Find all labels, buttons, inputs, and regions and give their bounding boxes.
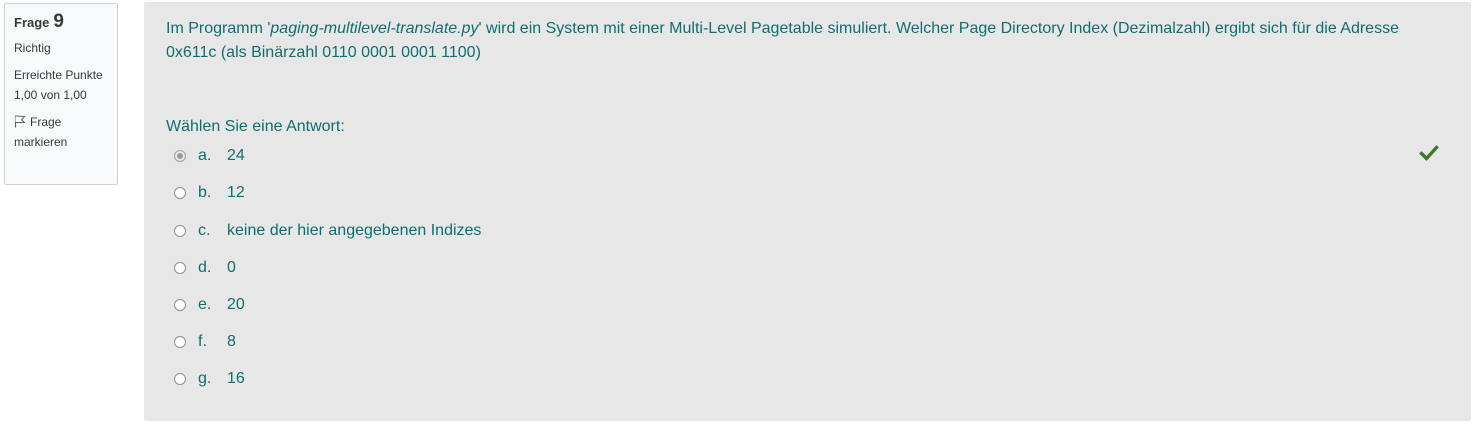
- answer-letter: a.: [198, 147, 212, 164]
- answer-letter: b.: [198, 184, 212, 201]
- answer-radio-a[interactable]: [174, 150, 186, 162]
- answer-option-e[interactable]: e. 20: [174, 293, 1434, 317]
- answer-text: 24: [227, 147, 245, 164]
- answer-option-g[interactable]: g. 16: [174, 367, 1434, 391]
- answer-radio-b[interactable]: [174, 187, 186, 199]
- answer-radio-d[interactable]: [174, 262, 186, 274]
- program-name: paging-multilevel-translate.py: [270, 20, 479, 37]
- question-content: Im Programm 'paging-multilevel-translate…: [144, 2, 1471, 421]
- answer-option-f[interactable]: f. 8: [174, 330, 1434, 354]
- answer-text: 12: [227, 184, 245, 201]
- answer-text: 0: [227, 259, 236, 276]
- question-label: Frage: [14, 15, 50, 30]
- check-icon: [1419, 145, 1439, 161]
- question-info: Frage 9 Richtig Erreichte Punkte 1,00 vo…: [4, 3, 118, 185]
- answer-letter: e.: [198, 296, 212, 313]
- answer-option-d[interactable]: d. 0: [174, 256, 1434, 280]
- answer-letter: f.: [198, 333, 207, 350]
- answer-option-c[interactable]: c. keine der hier angegebenen Indizes: [174, 219, 1434, 243]
- answer-letter: c.: [198, 222, 211, 239]
- answer-radio-g[interactable]: [174, 373, 186, 385]
- question-text-before: Im Programm ': [166, 20, 271, 37]
- answer-radio-c[interactable]: [174, 225, 186, 237]
- flag-icon: [14, 115, 26, 128]
- answer-option-b[interactable]: b. 12: [174, 181, 1434, 205]
- answer-letter: d.: [198, 259, 212, 276]
- question-number: Frage 9: [14, 12, 109, 33]
- answer-text: 20: [227, 296, 245, 313]
- answer-radio-f[interactable]: [174, 336, 186, 348]
- answer-text: keine der hier angegebenen Indizes: [227, 222, 482, 239]
- question-text: Im Programm 'paging-multilevel-translate…: [166, 17, 1451, 65]
- answer-option-a[interactable]: a. 24: [174, 144, 1434, 168]
- answer-radio-e[interactable]: [174, 299, 186, 311]
- question-number-value: 9: [53, 11, 64, 32]
- flag-question-link[interactable]: Frage markieren: [14, 113, 109, 152]
- answer-text: 16: [227, 370, 245, 387]
- question-state: Richtig: [14, 40, 51, 55]
- answer-letter: g.: [198, 370, 212, 387]
- answer-prompt: Wählen Sie eine Antwort:: [166, 118, 345, 135]
- answer-text: 8: [227, 333, 236, 350]
- question-grade: Erreichte Punkte 1,00 von 1,00: [14, 68, 103, 102]
